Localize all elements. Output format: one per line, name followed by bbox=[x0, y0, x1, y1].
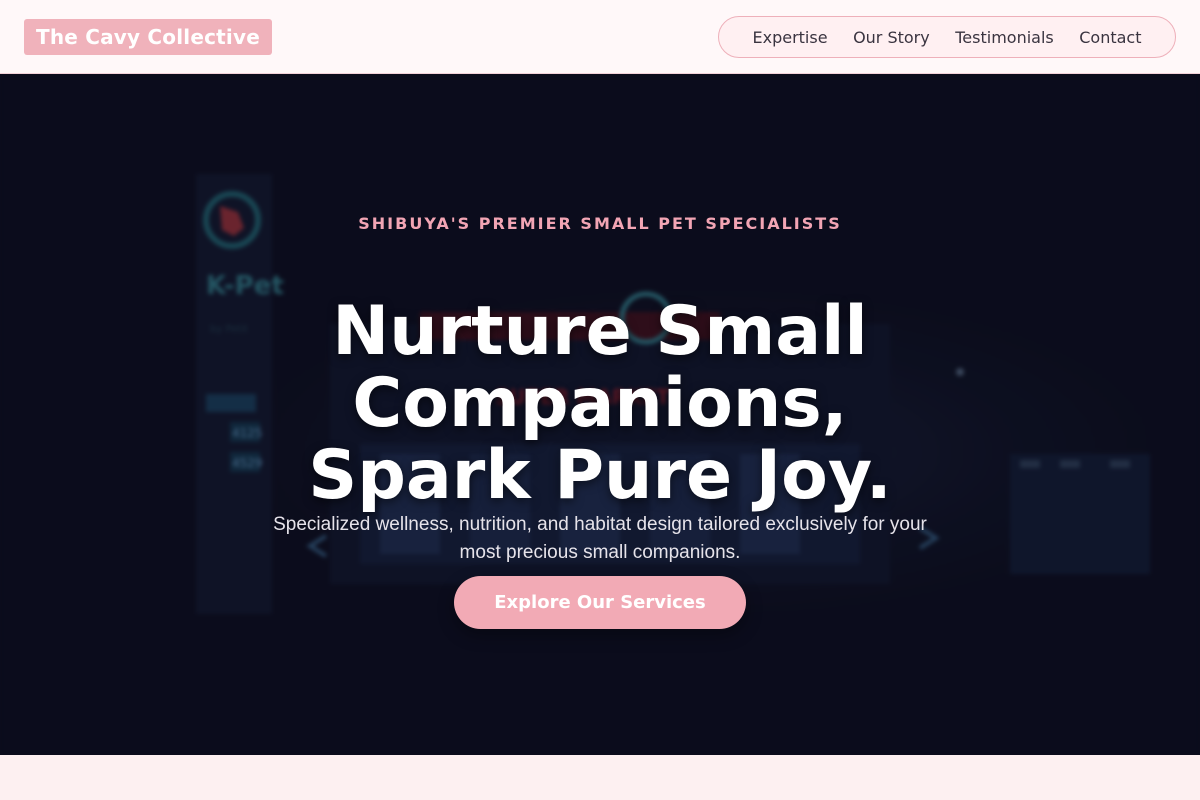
hero-eyebrow: SHIBUYA'S PREMIER SMALL PET SPECIALISTS bbox=[358, 214, 842, 233]
headline-line-3: Spark Pure Joy. bbox=[308, 435, 892, 515]
hero-section: K-Pet by Petit 4125 4529 SUPER MARKET SH… bbox=[0, 74, 1200, 755]
explore-services-button[interactable]: Explore Our Services bbox=[454, 576, 746, 629]
nav-link-expertise[interactable]: Expertise bbox=[753, 28, 828, 47]
nav-link-contact[interactable]: Contact bbox=[1079, 28, 1141, 47]
next-section-strip bbox=[0, 755, 1200, 800]
hero-subtext: Specialized wellness, nutrition, and hab… bbox=[273, 514, 927, 563]
hero-headline: Nurture Small Companions, Spark Pure Joy… bbox=[100, 291, 1100, 515]
headline-line-2: Companions, bbox=[352, 363, 848, 443]
site-header: The Cavy Collective Expertise Our Story … bbox=[0, 0, 1200, 74]
site-logo[interactable]: The Cavy Collective bbox=[24, 19, 272, 55]
main-nav: Expertise Our Story Testimonials Contact bbox=[718, 16, 1176, 58]
nav-link-testimonials[interactable]: Testimonials bbox=[955, 28, 1054, 47]
headline-line-1: Nurture Small bbox=[332, 291, 868, 371]
nav-link-our-story[interactable]: Our Story bbox=[853, 28, 930, 47]
